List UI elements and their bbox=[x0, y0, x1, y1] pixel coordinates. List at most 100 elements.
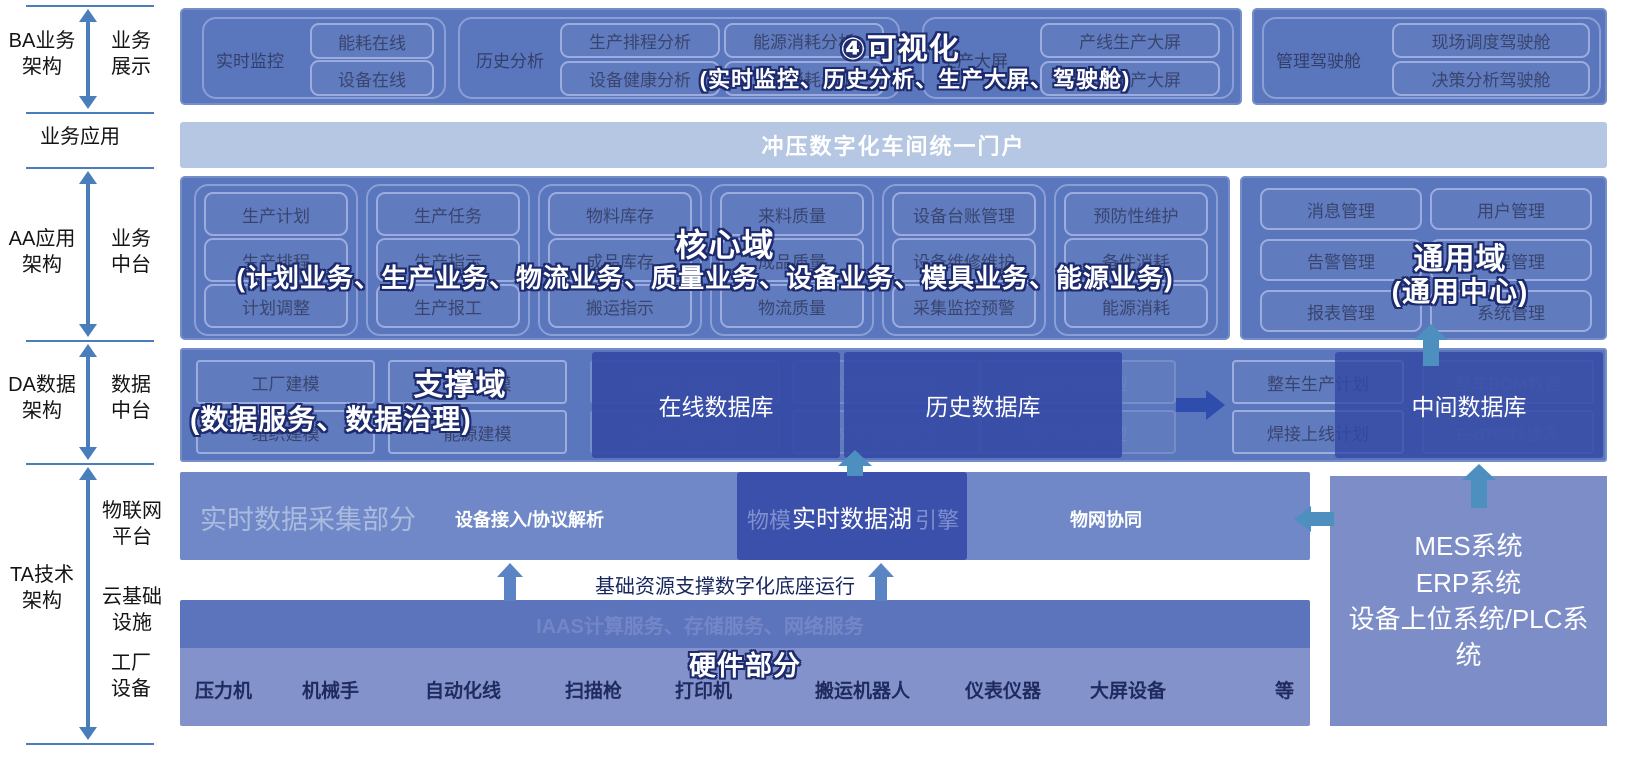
hw-item: 压力机 bbox=[195, 676, 252, 703]
box-core-item: 设备台账管理 bbox=[892, 192, 1036, 236]
band-support-domain: 工厂建模 设备建模 组织建模 能源建模 生产计划模型 设备健康模型 能源消耗模型… bbox=[180, 348, 1607, 462]
box-schedule-analysis: 生产排程分析 bbox=[560, 23, 720, 58]
arrow-up-icon bbox=[1414, 324, 1448, 366]
label-iot-platform: 物联网 平台 bbox=[94, 498, 170, 550]
box-online-database: 在线数据库 bbox=[592, 352, 840, 458]
strip-iaas: IAAS计算服务、存储服务、网络服务 bbox=[180, 600, 1310, 648]
label-business-display: 业务 展示 bbox=[98, 28, 164, 80]
box-spare-parts-analysis: 备件消耗分析 bbox=[724, 61, 884, 96]
band-realtime-collection: 实时数据采集部分 设备接入/协议解析 物模 引擎 实时数据湖 物网协同 bbox=[180, 472, 1310, 560]
divider bbox=[26, 340, 154, 342]
box-alarm-mgmt: 告警管理 bbox=[1260, 239, 1422, 281]
arrow-left-icon bbox=[1294, 506, 1334, 532]
divider bbox=[26, 167, 154, 169]
box-system-mgmt: 系统管理 bbox=[1430, 290, 1592, 332]
arrow-up-icon bbox=[868, 563, 894, 601]
box-core-item: 生产指示 bbox=[376, 238, 520, 282]
hw-item: 等 bbox=[1275, 676, 1294, 703]
box-core-item: 成品质量 bbox=[720, 238, 864, 282]
box-report-mgmt: 报表管理 bbox=[1260, 290, 1422, 332]
label-business-application: 业务应用 bbox=[10, 124, 150, 150]
box-energy-modeling: 能源建模 bbox=[388, 410, 567, 454]
box-core-item: 备件消耗 bbox=[1064, 238, 1208, 282]
box-equipment-modeling: 设备建模 bbox=[388, 360, 567, 404]
obscured-label-fragment: 物模 bbox=[747, 503, 791, 535]
label-iot-collaboration: 物网协同 bbox=[1070, 506, 1142, 532]
box-message-mgmt: 消息管理 bbox=[1260, 188, 1422, 230]
group-label: 生产大屏 bbox=[940, 47, 1008, 72]
box-core-item: 生产计划 bbox=[204, 192, 348, 236]
box-core-item: 搬运指示 bbox=[548, 284, 692, 328]
box-core-item: 预防性维护 bbox=[1064, 192, 1208, 236]
arrow-up-icon bbox=[838, 450, 872, 476]
box-process-mgmt: 流程管理 bbox=[1430, 239, 1592, 281]
box-realtime-data-lake: 物模 引擎 实时数据湖 bbox=[737, 472, 967, 560]
label-ba-architecture: BA业务 架构 bbox=[0, 28, 84, 80]
data-lake-label: 实时数据湖 bbox=[792, 499, 912, 534]
box-core-item: 物料库存 bbox=[548, 192, 692, 236]
obscured-label-fragment: 引擎 bbox=[915, 503, 959, 535]
label-aa-architecture: AA应用 架构 bbox=[0, 226, 84, 278]
box-organization-modeling: 组织建模 bbox=[196, 410, 375, 454]
box-external-systems: MES系统 ERP系统 设备上位系统/PLC系统 bbox=[1330, 476, 1607, 726]
column-logistics: 物料库存 成品库存 搬运指示 bbox=[538, 184, 702, 336]
hw-item: 搬运机器人 bbox=[815, 676, 910, 703]
band-title: 实时数据采集部分 bbox=[200, 498, 416, 537]
box-workshop-screen: 车间生产大屏 bbox=[1040, 61, 1220, 96]
arrow-up-icon bbox=[497, 563, 523, 601]
label-cloud-infrastructure: 云基础 设施 bbox=[94, 584, 170, 636]
iaas-label: IAAS计算服务、存储服务、网络服务 bbox=[536, 610, 864, 639]
group-realtime-monitor: 实时监控 能耗在线 设备在线 bbox=[202, 17, 446, 99]
box-core-item: 生产报工 bbox=[376, 284, 520, 328]
arrow-right-icon bbox=[1176, 390, 1226, 420]
box-core-item: 来料质量 bbox=[720, 192, 864, 236]
group-history-analysis: 历史分析 生产排程分析 能源消耗分析 设备健康分析 备件消耗分析 bbox=[458, 17, 900, 99]
label-factory-equipment: 工厂 设备 bbox=[98, 650, 164, 702]
label-device-access: 设备接入/协议解析 bbox=[455, 506, 604, 532]
box-core-item: 计划调整 bbox=[204, 284, 348, 328]
column-maintenance: 预防性维护 备件消耗 能源消耗 bbox=[1054, 184, 1218, 336]
label-foundation-support: 基础资源支撑数字化底座运行 bbox=[575, 570, 875, 599]
hw-item: 扫描枪 bbox=[565, 676, 622, 703]
box-equipment-online: 设备在线 bbox=[310, 60, 434, 96]
divider bbox=[26, 743, 154, 745]
arrow-up-icon bbox=[1462, 464, 1496, 508]
label-business-middle-platform: 业务 中台 bbox=[98, 226, 164, 278]
band-core-domain: 生产计划 生产排程 计划调整 生产任务 生产指示 生产报工 物料库存 成品库存 … bbox=[180, 176, 1230, 340]
box-equipment-health-analysis: 设备健康分析 bbox=[560, 61, 720, 96]
divider bbox=[26, 112, 154, 114]
label-data-middle-platform: 数据 中台 bbox=[98, 372, 164, 424]
box-field-dispatch-cockpit: 现场调度驾驶舱 bbox=[1392, 23, 1590, 58]
architecture-diagram: BA业务 架构 业务 展示 业务应用 AA应用 架构 业务 中台 DA数据 架构… bbox=[0, 0, 1629, 758]
box-decision-analysis-cockpit: 决策分析驾驶舱 bbox=[1392, 61, 1590, 96]
hw-item: 打印机 bbox=[675, 676, 732, 703]
divider bbox=[26, 5, 154, 7]
band-hardware: IAAS计算服务、存储服务、网络服务 压力机 机械手 自动化线 扫描枪 打印机 … bbox=[180, 600, 1310, 726]
column-production: 生产任务 生产指示 生产报工 bbox=[366, 184, 530, 336]
band-cockpit: 管理驾驶舱 现场调度驾驶舱 决策分析驾驶舱 bbox=[1252, 8, 1607, 105]
hw-item: 机械手 bbox=[302, 676, 359, 703]
hw-item: 自动化线 bbox=[425, 676, 501, 703]
hw-item: 大屏设备 bbox=[1090, 676, 1166, 703]
band-visualization: 实时监控 能耗在线 设备在线 历史分析 生产排程分析 能源消耗分析 设备健康分析… bbox=[180, 8, 1242, 105]
column-quality: 来料质量 成品质量 物流质量 bbox=[710, 184, 874, 336]
box-core-item: 成品库存 bbox=[548, 238, 692, 282]
box-line-screen: 产线生产大屏 bbox=[1040, 23, 1220, 58]
group-label: 管理驾驶舱 bbox=[1276, 47, 1361, 72]
band-common-domain: 消息管理 用户管理 告警管理 流程管理 报表管理 系统管理 bbox=[1240, 176, 1607, 340]
hw-item: 仪表仪器 bbox=[965, 676, 1041, 703]
box-core-item: 生产排程 bbox=[204, 238, 348, 282]
hardware-lower: 压力机 机械手 自动化线 扫描枪 打印机 搬运机器人 仪表仪器 大屏设备 等 bbox=[180, 648, 1310, 726]
box-core-item: 采集监控预警 bbox=[892, 284, 1036, 328]
box-history-database: 历史数据库 bbox=[844, 352, 1122, 458]
box-factory-modeling: 工厂建模 bbox=[196, 360, 375, 404]
box-user-mgmt: 用户管理 bbox=[1430, 188, 1592, 230]
column-equipment: 设备台账管理 设备维修维护 采集监控预警 bbox=[882, 184, 1046, 336]
label-ta-architecture: TA技术 架构 bbox=[0, 562, 84, 614]
box-core-item: 物流质量 bbox=[720, 284, 864, 328]
box-core-item: 能源消耗 bbox=[1064, 284, 1208, 328]
box-energy-online: 能耗在线 bbox=[310, 23, 434, 59]
box-middle-database: 中间数据库 bbox=[1335, 352, 1603, 458]
label-da-architecture: DA数据 架构 bbox=[0, 372, 84, 424]
box-core-item: 生产任务 bbox=[376, 192, 520, 236]
